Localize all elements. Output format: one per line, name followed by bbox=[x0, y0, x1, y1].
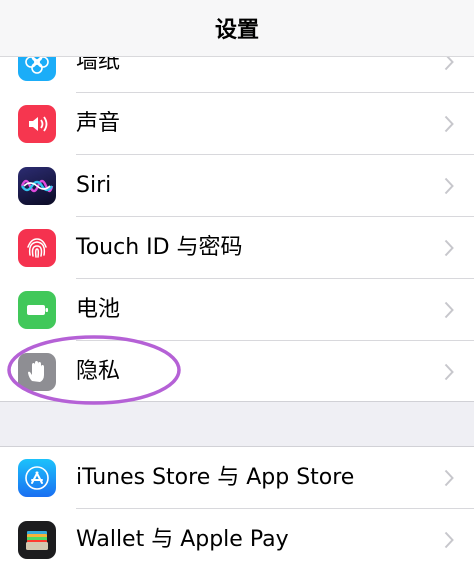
settings-row-itunes-app-store[interactable]: iTunes Store 与 App Store bbox=[0, 447, 474, 509]
chevron-right-icon bbox=[444, 115, 454, 133]
settings-row-sounds[interactable]: 声音 bbox=[0, 93, 474, 155]
chevron-right-icon bbox=[444, 469, 454, 487]
hand-icon bbox=[18, 353, 56, 391]
wallet-icon bbox=[18, 521, 56, 559]
settings-row-label: Siri bbox=[76, 173, 112, 198]
settings-group-general: 墙纸 声音 Siri Touch ID 与密码 电池 隐私 bbox=[0, 30, 474, 402]
settings-group-stores: iTunes Store 与 App Store Wallet 与 Apple … bbox=[0, 446, 474, 572]
navigation-bar: 设置 bbox=[0, 0, 474, 57]
settings-row-label: Wallet 与 Apple Pay bbox=[76, 527, 289, 552]
settings-row-battery[interactable]: 电池 bbox=[0, 279, 474, 341]
settings-row-label: 电池 bbox=[76, 297, 121, 322]
chevron-right-icon bbox=[444, 301, 454, 319]
battery-icon bbox=[18, 291, 56, 329]
app-store-icon bbox=[18, 459, 56, 497]
settings-row-wallet-apple-pay[interactable]: Wallet 与 Apple Pay bbox=[0, 509, 474, 571]
settings-row-privacy[interactable]: 隐私 bbox=[0, 341, 474, 403]
settings-row-touch-id[interactable]: Touch ID 与密码 bbox=[0, 217, 474, 279]
chevron-right-icon bbox=[444, 363, 454, 381]
speaker-icon bbox=[18, 105, 56, 143]
siri-icon bbox=[18, 167, 56, 205]
settings-row-siri[interactable]: Siri bbox=[0, 155, 474, 217]
settings-row-label: 隐私 bbox=[76, 359, 121, 384]
settings-row-label: 声音 bbox=[76, 111, 121, 136]
settings-row-label: iTunes Store 与 App Store bbox=[76, 465, 355, 490]
page-title: 设置 bbox=[214, 18, 259, 43]
chevron-right-icon bbox=[444, 239, 454, 257]
chevron-right-icon bbox=[444, 531, 454, 549]
chevron-right-icon bbox=[444, 177, 454, 195]
settings-row-label: Touch ID 与密码 bbox=[76, 235, 243, 260]
fingerprint-icon bbox=[18, 229, 56, 267]
